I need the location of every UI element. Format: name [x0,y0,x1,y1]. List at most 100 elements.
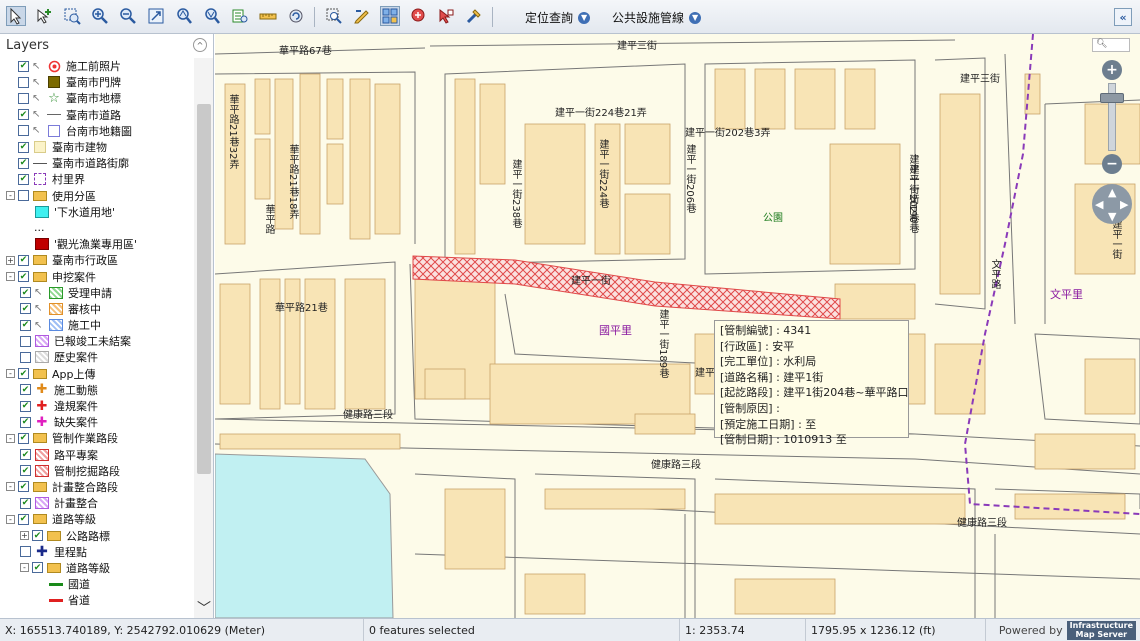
layer-row[interactable]: ... [0,220,194,236]
layer-row[interactable]: + ✔ 臺南市行政區 [0,252,194,268]
layer-row[interactable]: - ✔ 申挖案件 [0,268,194,284]
expand-toggle-icon[interactable]: - [6,272,15,282]
expand-toggle-icon[interactable]: + [6,255,15,265]
layer-row[interactable]: 國道 [0,576,194,592]
layer-checkbox[interactable] [18,76,29,88]
pan-up-icon[interactable]: ▲ [1108,186,1116,199]
pan-left-icon[interactable]: ◀ [1095,198,1103,211]
layer-checkbox[interactable]: ✔ [20,449,31,461]
locate-query-menu[interactable]: 定位查詢 ▼ [525,9,591,26]
scroll-down-icon[interactable]: ﹀ [197,598,211,618]
layer-row[interactable]: ↖ 臺南市門牌 [0,74,194,90]
expand-toggle-icon[interactable]: - [20,563,29,573]
layer-row[interactable]: ✔ ↖ 臺南市道路 [0,107,194,123]
layer-row[interactable]: ✔ ✚ 缺失案件 [0,414,194,430]
layer-row[interactable]: ✔ 臺南市建物 [0,139,194,155]
layer-checkbox[interactable]: ✔ [18,513,29,525]
layer-checkbox[interactable]: ✔ [18,60,29,72]
layer-row[interactable]: - ✔ 計畫整合路段 [0,479,194,495]
zoom-previous-icon[interactable] [174,6,194,26]
refresh-map-icon[interactable] [286,6,306,26]
layer-checkbox[interactable]: ✔ [20,384,31,396]
layer-checkbox[interactable] [18,125,29,137]
expand-toggle-icon[interactable]: - [6,482,15,492]
map-view[interactable]: 建平三街 建平三街 華平路67巷 建平一街202巷3弄 建平一街224巷21弄 華平路21… [215,34,1140,618]
identify-icon[interactable] [324,6,344,26]
layer-checkbox[interactable]: ✔ [20,416,31,428]
layer-row[interactable]: '下水道用地' [0,204,194,220]
layer-checkbox[interactable] [20,546,31,558]
layer-checkbox[interactable]: ✔ [18,173,29,185]
zoom-box-icon[interactable] [62,6,82,26]
layer-row[interactable]: ✔ ✚ 施工動態 [0,382,194,398]
layer-checkbox[interactable]: ✔ [20,497,31,509]
layer-checkbox[interactable] [20,335,31,347]
select-features-icon[interactable] [380,6,400,26]
zoom-out-button[interactable]: − [1102,154,1122,174]
layer-row[interactable]: 歷史案件 [0,349,194,365]
zoom-in-icon[interactable] [90,6,110,26]
layer-checkbox[interactable]: ✔ [18,157,29,169]
zoom-slider[interactable] [1100,83,1124,151]
layer-checkbox[interactable]: ✔ [20,319,31,331]
select-add-icon[interactable] [34,6,54,26]
layer-checkbox[interactable]: ✔ [20,303,31,315]
layer-row[interactable]: - 使用分區 [0,188,194,204]
layer-checkbox[interactable]: ✔ [18,141,29,153]
layer-checkbox[interactable]: ✔ [20,287,31,299]
pipeline-tool-icon[interactable] [464,6,484,26]
map-canvas[interactable] [215,34,1140,618]
layer-checkbox[interactable]: ✔ [18,368,29,380]
layer-row[interactable]: ✔ 村里界 [0,171,194,187]
pan-down-icon[interactable]: ▼ [1108,210,1116,223]
layer-row[interactable]: ✚ 里程點 [0,544,194,560]
layer-checkbox[interactable]: ✔ [32,562,43,574]
map-search-box[interactable]: 🔍︎ [1092,38,1130,52]
layer-checkbox[interactable]: ✔ [18,481,29,493]
layer-row[interactable]: ✔ 臺南市道路街廓 [0,155,194,171]
expand-toggle-icon[interactable]: - [6,514,15,524]
layer-checkbox[interactable]: ✔ [18,254,29,266]
layer-checkbox[interactable] [20,351,31,363]
layer-row[interactable]: ✔ 計畫整合 [0,495,194,511]
layer-row[interactable]: '觀光漁業專用區' [0,236,194,252]
layer-row[interactable]: ✔ 管制挖掘路段 [0,463,194,479]
layer-checkbox[interactable]: ✔ [20,465,31,477]
layer-checkbox[interactable]: ✔ [18,271,29,283]
full-extent-icon[interactable] [146,6,166,26]
zoom-layer-icon[interactable] [230,6,250,26]
layer-row[interactable]: + ✔ 公路路標 [0,527,194,543]
layer-row[interactable]: ✔ ↖ 施工中 [0,317,194,333]
layer-checkbox[interactable]: ✔ [20,400,31,412]
zoom-out-icon[interactable] [118,6,138,26]
measure-icon[interactable] [258,6,278,26]
expand-toggle-icon[interactable]: - [6,191,15,201]
layer-row[interactable]: - ✔ 道路等級 [0,511,194,527]
layer-checkbox[interactable]: ✔ [32,530,43,542]
pan-right-icon[interactable]: ▶ [1120,198,1128,211]
layer-row[interactable]: ✔ ↖ 施工前照片 [0,58,194,74]
layer-row[interactable]: 省道 [0,592,194,608]
layer-scrollbar[interactable]: ︿ ﹀ [194,58,213,618]
layer-row[interactable]: ↖ ☆ 臺南市地標 [0,90,194,106]
layer-row[interactable]: - ✔ 道路等級 [0,560,194,576]
layer-row[interactable]: ↖ 台南市地籍圖 [0,123,194,139]
public-pipeline-menu[interactable]: 公共設施管線 ▼ [612,9,702,26]
expand-toggle-icon[interactable]: + [20,531,29,541]
layer-row[interactable]: ✔ 路平專案 [0,447,194,463]
collapse-toolbar-button[interactable]: « [1114,8,1132,26]
layer-checkbox[interactable] [18,190,29,202]
zoom-slider-thumb[interactable] [1100,93,1124,103]
layer-row[interactable]: ✔ ↖ 受理申請 [0,285,194,301]
layer-checkbox[interactable] [18,92,29,104]
zoom-in-button[interactable]: + [1102,60,1122,80]
pan-control[interactable]: ▲ ▼ ◀ ▶ [1092,184,1132,224]
layer-row[interactable]: ✔ ↖ 審核中 [0,301,194,317]
zoom-next-icon[interactable] [202,6,222,26]
layer-row[interactable]: 已報竣工未結案 [0,333,194,349]
layer-checkbox[interactable]: ✔ [18,109,29,121]
layer-row[interactable]: - ✔ App上傳 [0,366,194,382]
edit-attributes-icon[interactable] [352,6,372,26]
add-location-icon[interactable] [408,6,428,26]
expand-toggle-icon[interactable]: - [6,369,15,379]
